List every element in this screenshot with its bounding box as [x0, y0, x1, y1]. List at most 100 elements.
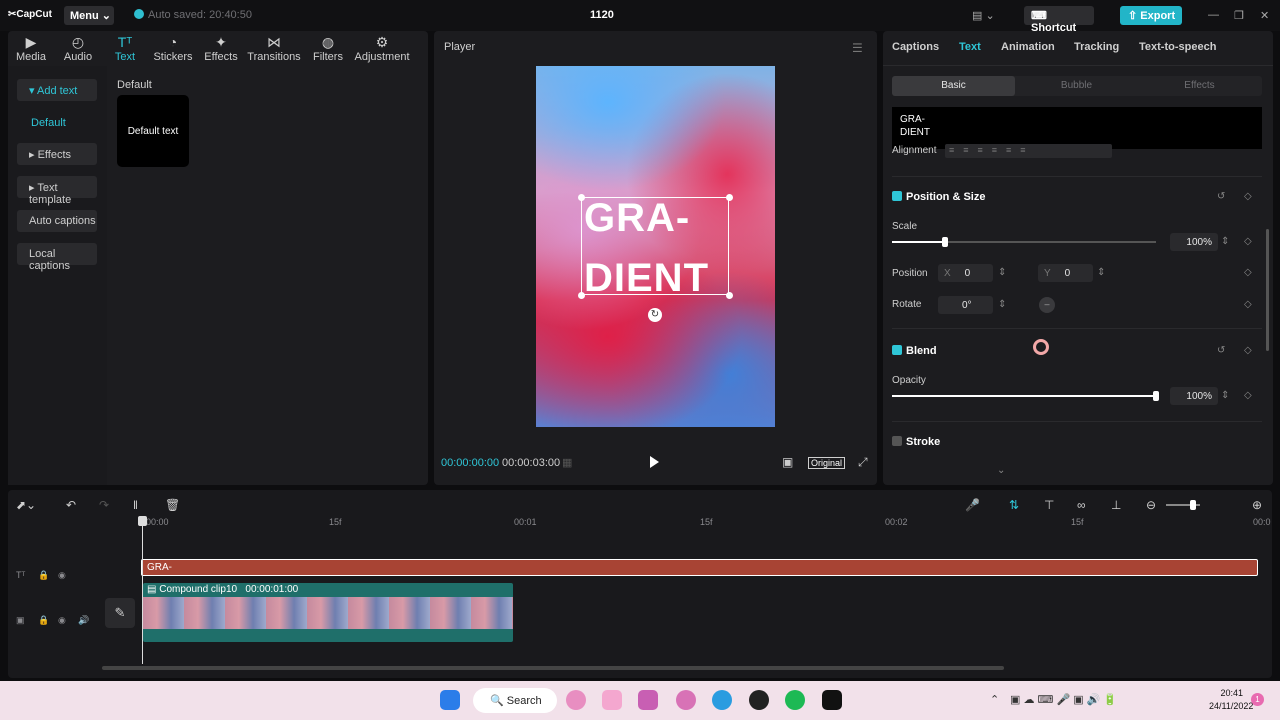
- lock-icon[interactable]: 🔒: [38, 570, 49, 581]
- close-icon[interactable]: ✕: [1260, 9, 1269, 22]
- tab-stickers[interactable]: ◔ Stickers: [153, 33, 193, 63]
- rotate-input[interactable]: 0°: [938, 296, 993, 314]
- edge-icon[interactable]: [712, 690, 732, 710]
- scrollbar[interactable]: [1266, 229, 1269, 351]
- system-clock[interactable]: 20:41 24/11/2022: [1209, 687, 1253, 713]
- keyframe-icon[interactable]: ◇: [1244, 345, 1252, 356]
- capcut-icon[interactable]: [822, 690, 842, 710]
- chain-icon[interactable]: ∞: [1077, 498, 1086, 512]
- obs-icon[interactable]: [749, 690, 769, 710]
- chevron-down-icon[interactable]: ⌄: [997, 465, 1005, 476]
- undo-icon[interactable]: ↶: [66, 498, 76, 512]
- tab-adjustment[interactable]: ⚙ Adjustment: [353, 33, 411, 63]
- resize-handle[interactable]: [726, 194, 733, 201]
- resize-handle[interactable]: [578, 194, 585, 201]
- rotate-handle-icon[interactable]: ↻: [648, 308, 662, 322]
- scale-input[interactable]: 100%: [1170, 233, 1218, 251]
- tab-text-inspector[interactable]: Text: [959, 41, 981, 53]
- tab-media[interactable]: ▶ Media: [16, 33, 46, 63]
- audio-mute-icon[interactable]: 🔊: [78, 615, 89, 626]
- position-y-input[interactable]: Y 0: [1038, 264, 1093, 282]
- subnav-effects[interactable]: ▸ Effects: [17, 143, 97, 165]
- screenshot-icon[interactable]: ▣: [782, 455, 793, 469]
- keyframe-icon[interactable]: ◇: [1244, 299, 1252, 310]
- stepper-icon[interactable]: ⇕: [1221, 236, 1229, 247]
- keyframe-icon[interactable]: ◇: [1244, 267, 1252, 278]
- tab-text-to-speech[interactable]: Text-to-speech: [1139, 41, 1216, 53]
- layout-icon[interactable]: ▤ ⌄: [972, 9, 995, 22]
- windows-start-icon[interactable]: [440, 690, 460, 710]
- subnav-text-template[interactable]: ▸ Text template: [17, 176, 97, 206]
- lock-icon[interactable]: 🔒: [38, 615, 49, 626]
- video-preview[interactable]: GRA- DIENT ↻: [536, 66, 775, 427]
- zoom-slider-knob[interactable]: [1190, 500, 1196, 510]
- opacity-slider-knob[interactable]: [1153, 391, 1159, 401]
- magnet-icon[interactable]: ⇅: [1009, 498, 1019, 512]
- text-content-field[interactable]: GRA- DIENT: [892, 107, 1262, 149]
- notification-icon[interactable]: 1: [1251, 693, 1264, 706]
- export-button[interactable]: ⇧ Export: [1120, 6, 1182, 25]
- tab-effects[interactable]: ✦ Effects: [204, 33, 238, 63]
- app-icon[interactable]: [638, 690, 658, 710]
- restore-icon[interactable]: ❐: [1234, 9, 1244, 22]
- app-icon[interactable]: [566, 690, 586, 710]
- split-icon[interactable]: ‖: [133, 498, 138, 512]
- alignment-buttons[interactable]: ≡≡≡≡≡≡: [945, 144, 1112, 158]
- menu-button[interactable]: Menu ⌄: [64, 6, 114, 25]
- microphone-icon[interactable]: 🎤: [965, 498, 980, 512]
- delete-icon[interactable]: 🗑: [165, 498, 180, 512]
- opacity-slider[interactable]: [892, 391, 1159, 401]
- resize-handle[interactable]: [726, 292, 733, 299]
- time-ruler[interactable]: 00:00 15f 00:01 15f 00:02 15f 00:0: [141, 517, 1271, 531]
- default-text-card[interactable]: Default text: [117, 95, 189, 167]
- chevron-up-icon[interactable]: ⌃: [990, 693, 999, 706]
- tab-tracking[interactable]: Tracking: [1074, 41, 1119, 53]
- checkbox-icon[interactable]: [892, 345, 902, 355]
- stepper-icon[interactable]: ⇕: [1221, 390, 1229, 401]
- compound-clip[interactable]: ▤ Compound clip10 00:00:01:00: [143, 583, 513, 642]
- stroke-section[interactable]: Stroke: [892, 436, 940, 448]
- checkbox-icon[interactable]: [892, 436, 902, 446]
- eye-icon[interactable]: ◉: [58, 570, 66, 581]
- keyframe-icon[interactable]: ◇: [1244, 191, 1252, 202]
- scale-slider-knob[interactable]: [942, 237, 948, 247]
- app-icon[interactable]: [602, 690, 622, 710]
- project-title[interactable]: 1120: [590, 9, 614, 21]
- reset-icon[interactable]: ↺: [1217, 191, 1225, 202]
- zoom-out-icon[interactable]: ⊖: [1146, 498, 1156, 512]
- resize-handle[interactable]: [578, 292, 585, 299]
- preview-axis-icon[interactable]: ⊥: [1111, 498, 1121, 512]
- discord-icon[interactable]: [676, 690, 696, 710]
- tab-text[interactable]: Tᵀ Text: [113, 33, 137, 63]
- minimize-icon[interactable]: —: [1208, 9, 1219, 21]
- scale-slider[interactable]: [892, 237, 1156, 247]
- zoom-slider[interactable]: [1166, 500, 1200, 510]
- timecode-grid-icon[interactable]: ▦: [562, 456, 572, 469]
- select-tool-icon[interactable]: ⬈⌄: [16, 498, 36, 512]
- eye-icon[interactable]: ◉: [58, 615, 66, 626]
- reset-icon[interactable]: ↺: [1217, 345, 1225, 356]
- subnav-add-text[interactable]: ▾ Add text: [17, 79, 97, 101]
- subnav-default[interactable]: Default: [17, 112, 97, 134]
- blend-section[interactable]: Blend: [892, 345, 937, 357]
- segment-basic[interactable]: Basic: [892, 76, 1015, 96]
- text-selection-box[interactable]: [581, 197, 729, 295]
- ratio-button[interactable]: Original: [808, 457, 846, 469]
- fullscreen-icon[interactable]: ⤢: [858, 455, 868, 470]
- keyframe-icon[interactable]: ◇: [1244, 390, 1252, 401]
- edit-cover-icon[interactable]: ✎: [105, 598, 135, 628]
- tab-filters[interactable]: ◍ Filters: [312, 33, 344, 63]
- tab-animation[interactable]: Animation: [1001, 41, 1055, 53]
- rotate-dial-icon[interactable]: –: [1039, 297, 1055, 313]
- position-size-section[interactable]: Position & Size: [892, 191, 985, 203]
- redo-icon[interactable]: ↷: [99, 498, 109, 512]
- play-icon[interactable]: [650, 456, 659, 468]
- stepper-icon[interactable]: ⇕: [998, 267, 1006, 278]
- taskbar-search[interactable]: 🔍 Search: [473, 688, 557, 713]
- segment-effects[interactable]: Effects: [1138, 76, 1261, 96]
- checkbox-icon[interactable]: [892, 191, 902, 201]
- position-x-input[interactable]: X 0: [938, 264, 993, 282]
- tab-transitions[interactable]: ⋈ Transitions: [247, 33, 301, 63]
- subnav-local-captions[interactable]: Local captions: [17, 243, 97, 272]
- tray-icons[interactable]: ▣ ☁ ⌨ 🎤 ▣ 🔊 🔋: [1010, 693, 1117, 706]
